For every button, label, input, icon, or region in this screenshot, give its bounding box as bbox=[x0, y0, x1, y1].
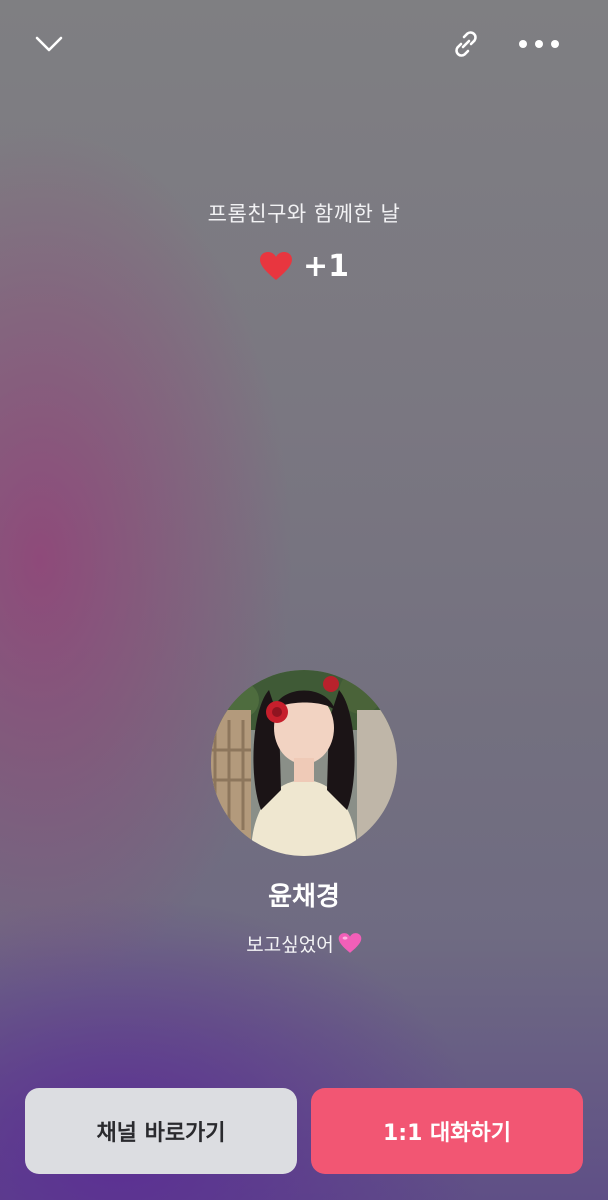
close-button[interactable] bbox=[25, 20, 73, 68]
profile-name: 윤채경 bbox=[268, 882, 340, 912]
top-bar bbox=[0, 0, 608, 90]
post-title: 프롬친구와 함께한 날 bbox=[207, 202, 401, 226]
status-text: 보고싶었어 bbox=[246, 933, 334, 956]
link-icon bbox=[455, 31, 477, 57]
heart-icon bbox=[259, 252, 292, 280]
avatar-photo bbox=[211, 670, 397, 856]
more-options-button[interactable] bbox=[515, 20, 563, 68]
chevron-down-icon bbox=[35, 36, 63, 52]
profile-avatar[interactable] bbox=[211, 670, 397, 856]
pink-heart-icon bbox=[338, 933, 361, 953]
like-count: +1 bbox=[302, 248, 349, 284]
go-to-channel-button[interactable]: 채널 바로가기 bbox=[25, 1088, 297, 1174]
copy-link-button[interactable] bbox=[442, 20, 490, 68]
one-on-one-chat-button[interactable]: 1:1 대화하기 bbox=[311, 1088, 583, 1174]
like-counter[interactable]: +1 bbox=[0, 244, 608, 288]
more-horizontal-icon bbox=[519, 40, 559, 48]
status-message: 보고싶었어 bbox=[0, 928, 608, 958]
